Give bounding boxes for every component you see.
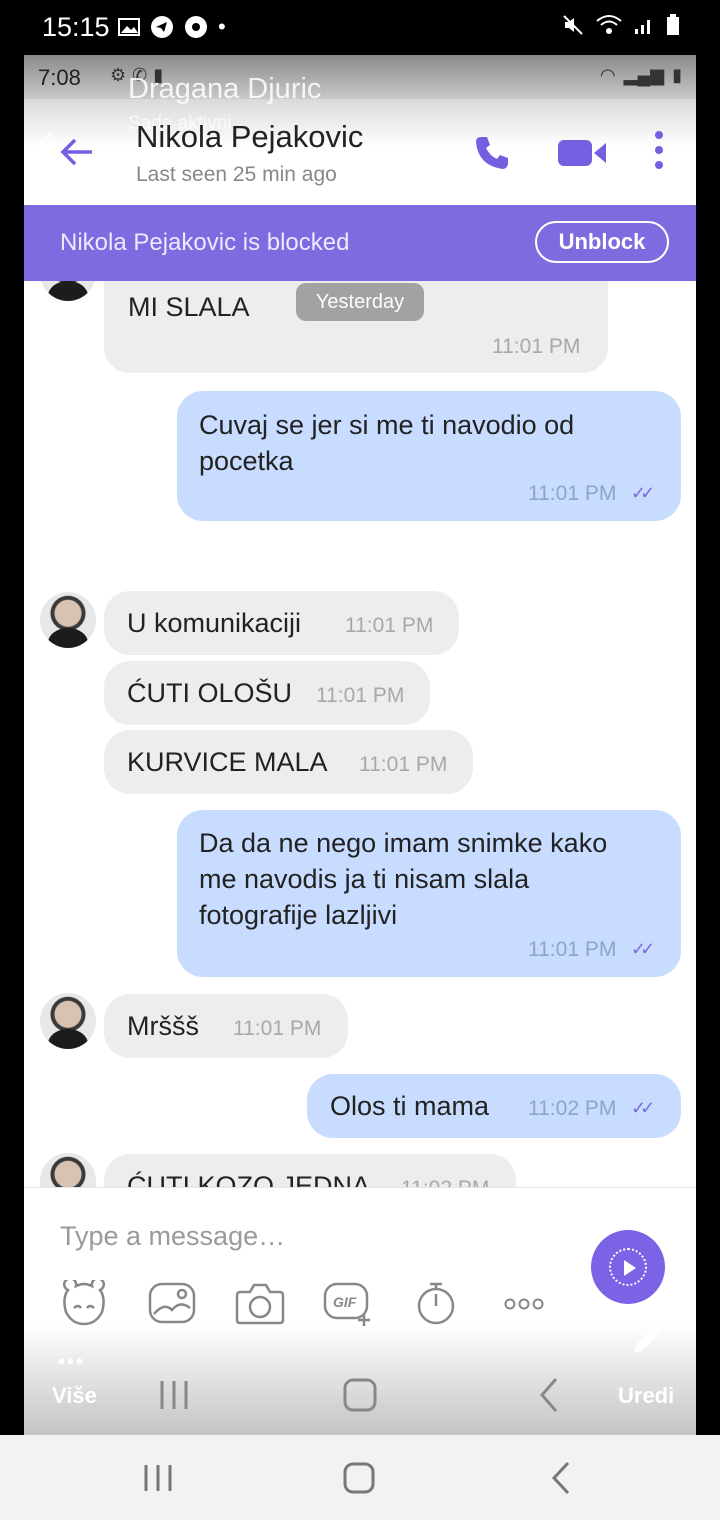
message-incoming[interactable]: U komunikaciji 11:01 PM: [104, 591, 459, 655]
camera-icon: [235, 1283, 285, 1325]
message-time: 11:01 PM: [359, 753, 448, 776]
contact-avatar[interactable]: [40, 592, 96, 648]
message-line: me navodis ja ti nisam slala: [199, 864, 530, 894]
camera-button[interactable]: [234, 1280, 286, 1326]
back-arrow-icon[interactable]: [56, 131, 98, 173]
video-call-icon[interactable]: [556, 133, 610, 173]
timer-button[interactable]: [410, 1280, 462, 1326]
unblock-button[interactable]: Unblock: [535, 221, 669, 263]
message-time: 11:01 PM: [233, 1017, 322, 1040]
overlay-contact-name: Dragana Djuric: [128, 73, 322, 105]
more-dots-icon: [504, 1298, 544, 1310]
message-outgoing[interactable]: Cuvaj se jer si me ti navodio od pocetka…: [177, 391, 681, 521]
recent-apps-icon[interactable]: [138, 1459, 178, 1497]
more-button[interactable]: Više: [52, 1383, 97, 1409]
home-icon[interactable]: [340, 1375, 380, 1415]
recent-apps-icon[interactable]: [154, 1375, 194, 1415]
message-time: 11:01 PM: [528, 938, 617, 961]
message-text: Mrššš: [127, 1011, 199, 1041]
dot-icon: •: [218, 14, 226, 39]
message-text: Da da ne nego imam snimke kako me navodi…: [199, 825, 607, 933]
signal-icon: ▂▄▆: [623, 65, 665, 85]
blocked-banner: Nikola Pejakovic is blocked Unblock: [24, 205, 696, 281]
message-incoming[interactable]: ĆUTI KOZO JEDNA 11:02 PM: [104, 1154, 516, 1187]
message-text: Olos ti mama: [330, 1091, 490, 1121]
sticker-button[interactable]: [58, 1277, 110, 1326]
edit-pencil-icon: [634, 1325, 662, 1353]
contact-avatar[interactable]: [40, 1153, 96, 1187]
message-outgoing[interactable]: Da da ne nego imam snimke kako me navodi…: [177, 810, 681, 977]
double-check-icon: ✓✓: [631, 939, 655, 959]
overlay-bottom-bar: ••• Više Uredi: [24, 1325, 696, 1435]
message-incoming[interactable]: KURVICE MALA 11:01 PM: [104, 730, 473, 794]
message-line: Cuvaj se jer si me ti navodio od: [199, 410, 575, 440]
send-icon: [609, 1248, 647, 1286]
message-text: U komunikaciji: [127, 608, 302, 638]
message-line: fotografije lazljivi: [199, 900, 398, 930]
outer-clock: 15:15: [42, 12, 110, 42]
signal-icon: [635, 20, 650, 34]
gif-icon: GIF: [323, 1282, 370, 1326]
outer-system-icons: [562, 14, 680, 36]
settings-icon: ⚙: [110, 65, 127, 85]
message-time: 11:01 PM: [316, 684, 405, 707]
date-divider: Yesterday: [296, 283, 424, 321]
message-time: 11:01 PM: [528, 482, 617, 505]
double-check-icon: ✓✓: [631, 1098, 655, 1118]
message-time: 11:01 PM: [492, 335, 581, 358]
message-time: 11:02 PM: [528, 1097, 617, 1120]
send-button[interactable]: [591, 1230, 665, 1304]
more-attachments-button[interactable]: [498, 1280, 550, 1326]
phone-call-icon[interactable]: [472, 133, 512, 173]
gallery-button[interactable]: [146, 1280, 198, 1326]
last-seen-status: Last seen 25 min ago: [136, 163, 337, 186]
telegram-icon: [151, 16, 173, 38]
svg-text:GIF: GIF: [333, 1294, 357, 1310]
contact-avatar[interactable]: [40, 281, 96, 301]
message-incoming[interactable]: ĆUTI OLOŠU 11:01 PM: [104, 661, 430, 725]
inner-status-bar: 7:08 ⚙ ✆ ▮ ◠ ▂▄▆ ▮: [24, 55, 696, 99]
gallery-icon: [148, 1282, 196, 1324]
message-text: Cuvaj se jer si me ti navodio od pocetka: [199, 407, 574, 479]
gallery-icon: [118, 18, 140, 36]
gif-button[interactable]: GIF: [322, 1280, 374, 1326]
message-time: 11:01 PM: [345, 614, 434, 637]
inner-clock: 7:08: [38, 65, 81, 90]
screenshot-frame: 7:08 ⚙ ✆ ▮ ◠ ▂▄▆ ▮ Dragana Djuric Sada a…: [24, 55, 696, 1435]
message-list[interactable]: · MI SLALA 11:01 PM Yesterday Cuvaj se j…: [24, 281, 696, 1187]
back-icon[interactable]: [546, 1459, 576, 1497]
system-navigation-bar: [0, 1435, 720, 1520]
outer-notification-icons: •: [118, 14, 226, 40]
chat-header: Dragana Djuric Sada aktivni Nikola Pejak…: [24, 73, 696, 205]
double-check-icon: ✓✓: [631, 483, 655, 503]
chrome-icon: [185, 16, 207, 38]
home-icon[interactable]: [340, 1459, 378, 1497]
battery-icon: ▮: [672, 65, 682, 85]
inner-system-icons: ◠ ▂▄▆ ▮: [600, 65, 682, 86]
mute-icon: [563, 15, 583, 35]
message-line: Da da ne nego imam snimke kako: [199, 828, 608, 858]
more-dots-icon: •••: [58, 1351, 86, 1373]
message-text: MI SLALA: [128, 292, 250, 322]
blocked-notice: Nikola Pejakovic is blocked: [60, 229, 350, 256]
back-icon[interactable]: [532, 1375, 566, 1415]
edit-button[interactable]: Uredi: [618, 1383, 674, 1409]
battery-icon: [667, 14, 679, 35]
more-options-icon[interactable]: [642, 127, 676, 173]
timer-icon: [417, 1282, 455, 1325]
sticker-icon: [63, 1277, 105, 1326]
contact-avatar[interactable]: [40, 993, 96, 1049]
message-input[interactable]: [60, 1216, 560, 1256]
message-line: pocetka: [199, 446, 294, 476]
message-outgoing[interactable]: Olos ti mama 11:02 PM ✓✓: [307, 1074, 681, 1138]
message-incoming[interactable]: Mrššš 11:01 PM: [104, 994, 348, 1058]
wifi-icon: [596, 15, 622, 34]
message-text: ĆUTI OLOŠU: [127, 678, 293, 708]
message-time: 11:02 PM: [401, 1177, 489, 1187]
message-text: ĆUTI KOZO JEDNA: [127, 1171, 371, 1187]
outer-status-bar: 15:15 •: [0, 0, 720, 55]
contact-name[interactable]: Nikola Pejakovic: [136, 119, 363, 155]
message-text: KURVICE MALA: [127, 747, 328, 777]
wifi-icon: ◠: [599, 65, 616, 85]
